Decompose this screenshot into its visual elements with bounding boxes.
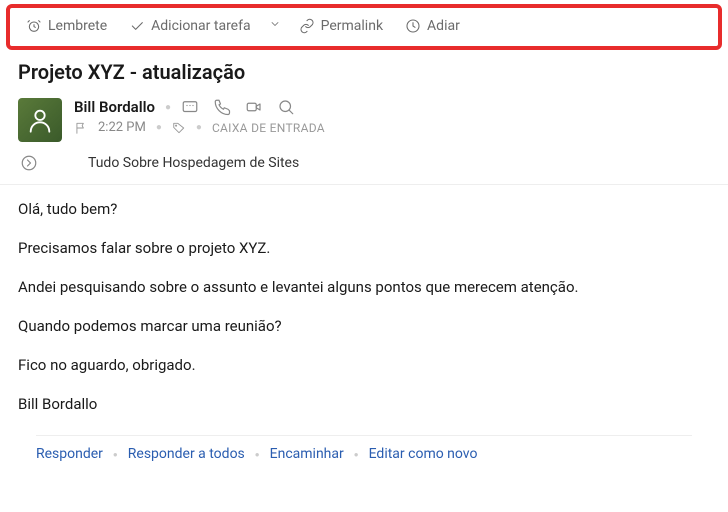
body-paragraph: Olá, tudo bem? [18,199,710,220]
body-signature: Bill Bordallo [18,394,710,415]
alarm-icon [26,18,42,34]
forward-button[interactable]: Encaminhar [270,446,344,462]
phone-icon[interactable] [213,98,231,116]
expand-recipients-icon[interactable] [20,154,38,172]
link-icon [299,18,315,34]
sender-name[interactable]: Bill Bordallo [74,98,155,116]
message-header: Bill Bordallo ● 2:22 PM [0,88,728,150]
clock-icon [405,18,421,34]
search-icon[interactable] [277,98,295,116]
body-paragraph: Quando podemos marcar uma reunião? [18,316,710,337]
chat-icon[interactable] [181,98,199,116]
reminder-label: Lembrete [48,18,107,34]
snooze-button[interactable]: Adiar [397,14,468,38]
body-paragraph: Andei pesquisando sobre o assunto e leva… [18,277,710,298]
permalink-button[interactable]: Permalink [291,14,391,38]
folder-label: CAIXA DE ENTRADA [212,121,325,135]
reply-all-button[interactable]: Responder a todos [128,446,245,462]
toolbar-highlight-box: Lembrete Adicionar tarefa Permalink Adia… [6,4,722,50]
edit-as-new-button[interactable]: Editar como novo [369,446,478,462]
video-icon[interactable] [245,98,263,116]
separator-dot: ● [111,450,120,459]
check-icon [129,18,145,34]
sender-avatar[interactable] [18,98,62,142]
recipient-name: Tudo Sobre Hospedagem de Sites [88,155,299,171]
message-time: 2:22 PM [98,120,146,135]
add-task-dropdown[interactable] [265,18,285,34]
separator-dot: ● [156,122,162,133]
reminder-button[interactable]: Lembrete [18,14,115,38]
separator-dot: ● [165,102,171,113]
tag-icon[interactable] [172,121,186,135]
add-task-label: Adicionar tarefa [151,18,250,34]
reply-button[interactable]: Responder [36,446,103,462]
snooze-label: Adiar [427,18,460,34]
message-toolbar: Lembrete Adicionar tarefa Permalink Adia… [18,14,710,38]
permalink-label: Permalink [321,18,383,34]
separator-dot: ● [253,450,262,459]
message-actions: Responder ● Responder a todos ● Encaminh… [36,435,692,470]
message-subject: Projeto XYZ - atualização [0,50,728,88]
add-task-button[interactable]: Adicionar tarefa [121,14,258,38]
body-paragraph: Precisamos falar sobre o projeto XYZ. [18,238,710,259]
flag-icon[interactable] [74,121,88,135]
separator-dot: ● [196,122,202,133]
body-paragraph: Fico no aguardo, obrigado. [18,355,710,376]
recipient-line: Tudo Sobre Hospedagem de Sites [0,150,728,185]
separator-dot: ● [352,450,361,459]
message-body: Olá, tudo bem? Precisamos falar sobre o … [0,185,728,435]
